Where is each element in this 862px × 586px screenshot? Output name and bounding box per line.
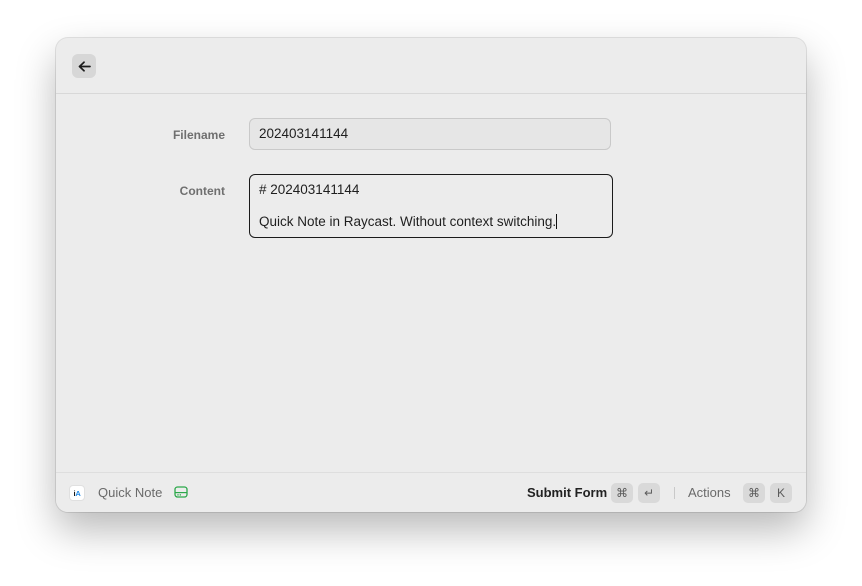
hard-drive-icon	[174, 486, 188, 498]
content-label: Content	[179, 184, 225, 198]
raycast-window: Filename 202403141144 Content # 20240314…	[56, 38, 806, 512]
header-bar	[56, 38, 806, 94]
filename-value: 202403141144	[259, 126, 349, 141]
app-icon-letter-a: A	[75, 488, 81, 498]
arrow-left-icon	[78, 60, 91, 72]
content-body-text: Quick Note in Raycast. Without context s…	[259, 214, 557, 229]
action-bar: iA Quick Note Submit Form ⌘ ↵ Actions ⌘ …	[56, 472, 806, 512]
footer-divider	[674, 487, 675, 499]
content-line-body: Quick Note in Raycast. Without context s…	[259, 214, 603, 230]
content-line-heading: # 202403141144	[259, 182, 360, 197]
command-title: Quick Note	[98, 485, 163, 500]
text-caret	[556, 214, 558, 229]
command-key-icon: ⌘	[611, 483, 633, 503]
submit-form-button[interactable]: Submit Form	[527, 485, 607, 500]
return-key-icon: ↵	[638, 483, 660, 503]
command-key-icon: ⌘	[743, 483, 765, 503]
content-line-blank	[259, 198, 603, 214]
back-button[interactable]	[72, 54, 96, 78]
content-textarea[interactable]: # 202403141144 Quick Note in Raycast. Wi…	[249, 174, 613, 238]
ia-writer-app-icon: iA	[69, 485, 85, 501]
k-key-icon: K	[770, 483, 792, 503]
filename-field[interactable]: 202403141144	[249, 118, 611, 150]
actions-button[interactable]: Actions	[688, 485, 731, 500]
filename-label: Filename	[172, 128, 225, 142]
